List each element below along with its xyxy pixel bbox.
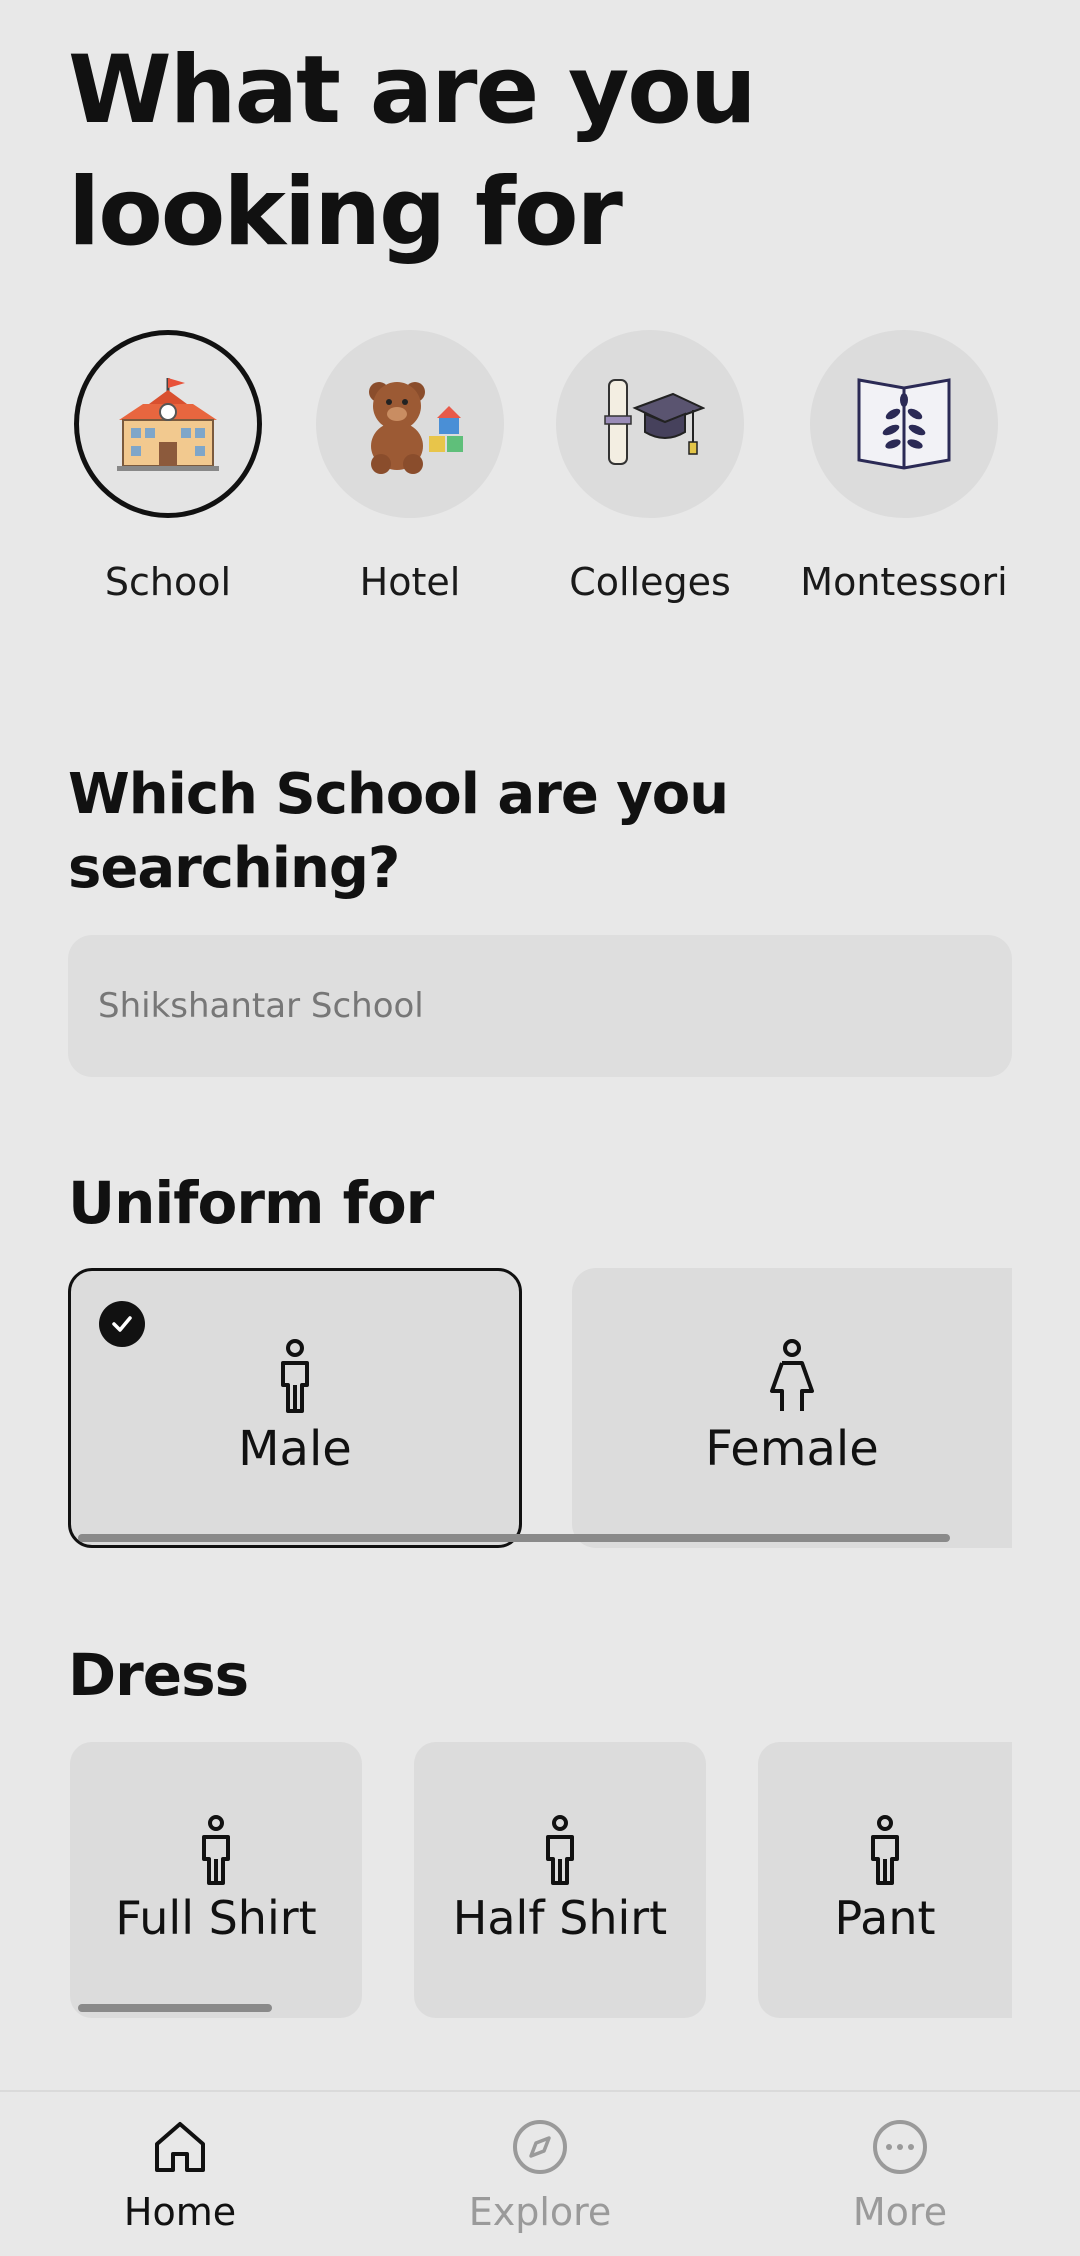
uniform-option-label: Female <box>705 1421 879 1477</box>
compass-icon <box>513 2120 567 2174</box>
uniform-heading: Uniform for <box>68 1169 434 1237</box>
school-search-input[interactable] <box>68 935 1012 1077</box>
category-hotel[interactable]: Hotel <box>300 330 520 604</box>
book-plant-icon <box>857 378 951 470</box>
category-label: Colleges <box>569 560 731 604</box>
more-dots-icon <box>873 2120 927 2174</box>
category-circle <box>316 330 504 518</box>
category-circle <box>556 330 744 518</box>
category-label: Montessori <box>800 560 1008 604</box>
home-icon <box>155 2122 205 2172</box>
category-circle <box>810 330 998 518</box>
uniform-option-label: Male <box>238 1421 352 1477</box>
nav-home[interactable]: Home <box>70 2118 290 2234</box>
checkmark-icon <box>99 1301 145 1347</box>
dress-scroll-indicator <box>78 2004 272 2012</box>
page: What are you looking for School Hotel Co… <box>0 0 1080 2256</box>
school-building-icon <box>117 378 219 471</box>
dress-option-pant[interactable]: Pant <box>758 1742 1012 2018</box>
person-icon <box>546 1815 574 1885</box>
dress-option-label: Full Shirt <box>115 1891 317 1945</box>
teddy-bear-icon <box>369 382 463 474</box>
dress-option-full-shirt[interactable]: Full Shirt <box>70 1742 362 2018</box>
category-label: Hotel <box>359 560 461 604</box>
dress-option-half-shirt[interactable]: Half Shirt <box>414 1742 706 2018</box>
category-label: School <box>104 560 232 604</box>
category-circle <box>74 330 262 518</box>
male-person-icon <box>281 1339 309 1413</box>
nav-more[interactable]: More <box>790 2118 1010 2234</box>
category-montessori[interactable]: Montessori <box>794 330 1014 604</box>
category-colleges[interactable]: Colleges <box>540 330 760 604</box>
dress-heading: Dress <box>68 1641 249 1709</box>
search-heading: Which School are you searching? <box>68 762 729 901</box>
person-icon <box>202 1815 230 1885</box>
nav-label: More <box>852 2190 948 2234</box>
uniform-scroll-indicator <box>78 1534 950 1542</box>
uniform-option-female[interactable]: Female <box>572 1268 1012 1548</box>
uniform-option-male[interactable]: Male <box>68 1268 522 1548</box>
nav-label: Explore <box>468 2190 612 2234</box>
person-icon <box>871 1815 899 1885</box>
nav-label: Home <box>123 2190 237 2234</box>
bottom-nav: Home Explore More <box>0 2090 1080 2256</box>
dress-option-label: Half Shirt <box>452 1891 668 1945</box>
female-person-icon <box>770 1339 814 1411</box>
graduation-cap-icon <box>604 379 705 465</box>
category-school[interactable]: School <box>58 330 278 604</box>
dress-option-label: Pant <box>834 1891 936 1945</box>
nav-explore[interactable]: Explore <box>430 2118 650 2234</box>
page-title: What are you looking for <box>68 36 757 267</box>
